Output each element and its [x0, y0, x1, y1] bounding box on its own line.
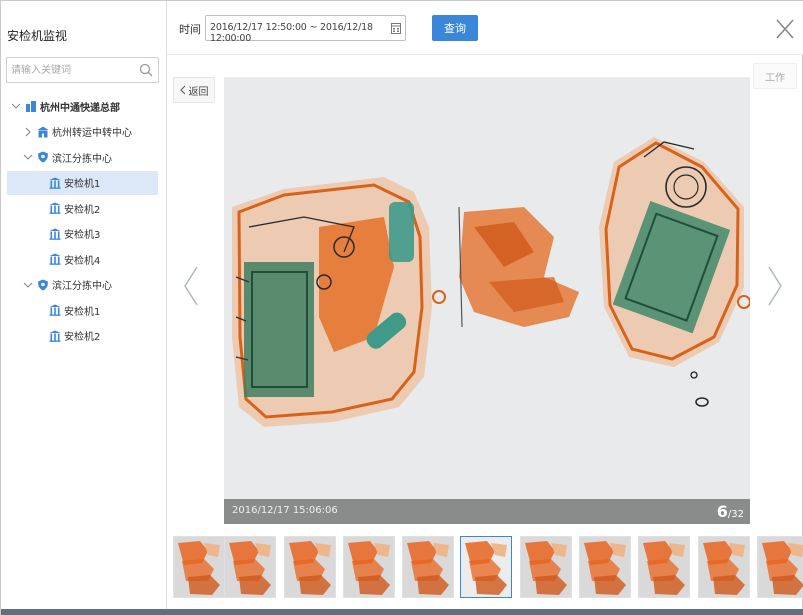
thumbnail-image: [465, 541, 507, 595]
search-icon[interactable]: [139, 63, 153, 77]
tree-node[interactable]: 安检机2: [1, 196, 100, 220]
thumbnail-image: [407, 541, 449, 595]
thumbnail-image: [178, 541, 220, 595]
total-images: /32: [727, 509, 744, 520]
scan-timestamp: 2016/12/17 15:06:06: [232, 505, 338, 516]
thumbnail[interactable]: [173, 536, 225, 598]
tree-node-label: 安检机2: [64, 204, 101, 216]
thumbnail[interactable]: [757, 536, 803, 598]
close-icon[interactable]: [774, 17, 796, 41]
thumbnail-strip: [167, 532, 803, 602]
tree-node[interactable]: 安检机2: [1, 324, 100, 348]
image-counter: 6/32: [717, 502, 744, 521]
search-input[interactable]: [11, 62, 141, 79]
time-range-value: 2016/12/17 12:50:00 ~ 2016/12/18 12:00:0…: [210, 22, 373, 44]
tree-node-label: 滨江分拣中心: [52, 153, 112, 165]
scanner-icon: [49, 177, 61, 189]
tree-node-label: 杭州中通快递总部: [40, 102, 120, 114]
tree-node[interactable]: 杭州中通快递总部: [1, 94, 120, 118]
thumbnail[interactable]: [638, 536, 690, 598]
thumbnail-image: [584, 541, 626, 595]
time-label: 时间: [179, 23, 201, 36]
tree-node-label: 安检机1: [64, 179, 101, 190]
thumbnail-image: [762, 541, 803, 595]
next-image-button[interactable]: [765, 265, 785, 307]
thumbnail-image: [229, 541, 271, 595]
thumbnail[interactable]: [284, 536, 336, 598]
thumbnail-image: [289, 541, 331, 595]
tree-node-label: 安检机4: [64, 255, 101, 267]
thumbnail[interactable]: [343, 536, 395, 598]
query-button[interactable]: 查询: [432, 15, 478, 41]
work-button[interactable]: 工作: [753, 63, 797, 89]
thumbnail-image: [525, 541, 567, 595]
shield-icon: [38, 151, 48, 163]
building-icon: [37, 126, 49, 137]
chevron-down-icon[interactable]: [11, 101, 21, 111]
xray-image-panel[interactable]: 2016/12/17 15:06:06 6/32: [224, 77, 750, 524]
tree-node[interactable]: 安检机1: [1, 298, 100, 322]
tree-node[interactable]: 安检机3: [1, 222, 100, 246]
tree-node-label: 安检机2: [64, 332, 101, 343]
thumbnail[interactable]: [460, 536, 512, 598]
xray-bag-left: [232, 177, 446, 427]
sidebar-title: 安检机监视: [7, 29, 68, 43]
tree-node[interactable]: 滨江分拣中心: [1, 273, 112, 297]
chevron-left-icon: [179, 85, 185, 95]
current-image-index: 6: [716, 502, 728, 521]
chevron-down-icon[interactable]: [23, 280, 33, 290]
scanner-icon: [49, 228, 61, 240]
shield-icon: [38, 279, 48, 290]
search-box[interactable]: [6, 57, 159, 83]
tree-node[interactable]: 杭州转运中转中心: [1, 120, 132, 144]
thumbnail[interactable]: [579, 536, 631, 598]
scanner-icon: [49, 330, 61, 342]
app-window: 安检机监视 杭州中通快递总部杭州转运中转中心滨江分拣中心安检机1 安检机2 安检机3…: [0, 0, 803, 615]
thumbnail[interactable]: [402, 536, 454, 598]
calendar-icon[interactable]: [391, 22, 401, 34]
organization-icon: [26, 101, 36, 112]
xray-bag-right: [599, 137, 750, 407]
back-button[interactable]: 返回: [173, 77, 215, 103]
scanner-icon: [49, 202, 61, 214]
scanner-icon: [49, 304, 61, 316]
window-bottom-bar: [1, 609, 803, 615]
tree-node[interactable]: 安检机4: [1, 247, 100, 271]
scanner-icon: [49, 253, 61, 265]
tree-node-label: 安检机1: [64, 306, 101, 318]
image-caption-bar: 2016/12/17 15:06:06 6/32: [224, 499, 750, 524]
chevron-right-icon[interactable]: [23, 127, 33, 137]
tree-node-label: 滨江分拣中心: [52, 281, 112, 292]
tree-node-label: 安检机3: [64, 230, 101, 241]
thumbnail[interactable]: [698, 536, 750, 598]
xray-scan-image: [232, 137, 750, 427]
thumbnail[interactable]: [520, 536, 572, 598]
back-label: 返回: [188, 86, 209, 98]
previous-image-button[interactable]: [181, 265, 201, 307]
tree-node[interactable]: 安检机1: [7, 170, 158, 195]
thumbnail-image: [643, 541, 685, 595]
thumbnail-image: [703, 541, 745, 595]
sidebar: 安检机监视 杭州中通快递总部杭州转运中转中心滨江分拣中心安检机1 安检机2 安检机3…: [1, 1, 167, 609]
tree-node-label: 杭州转运中转中心: [52, 128, 132, 139]
thumbnail[interactable]: [224, 536, 276, 598]
time-range-input[interactable]: 2016/12/17 12:50:00 ~ 2016/12/18 12:00:0…: [205, 15, 406, 44]
thumbnail-image: [348, 541, 390, 595]
tree-node[interactable]: 滨江分拣中心: [1, 145, 112, 169]
filter-bar: 时间 2016/12/17 12:50:00 ~ 2016/12/18 12:0…: [167, 1, 803, 55]
xray-item-middle: [458, 206, 579, 328]
chevron-down-icon[interactable]: [23, 152, 33, 162]
